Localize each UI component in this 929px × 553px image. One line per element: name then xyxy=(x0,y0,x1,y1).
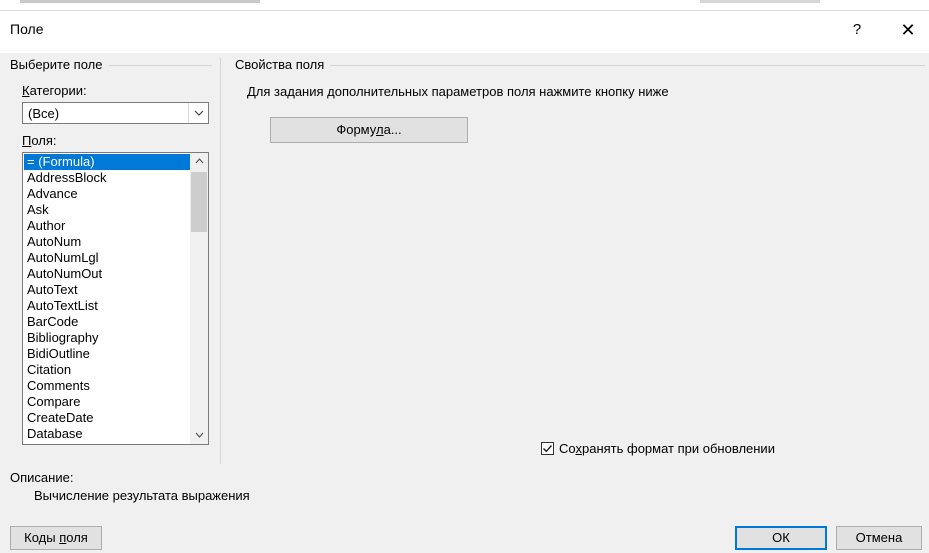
dialog-title: Поле xyxy=(10,21,44,37)
fields-scrollbar[interactable] xyxy=(190,153,208,444)
list-item[interactable]: Database xyxy=(24,426,190,442)
list-item[interactable]: Comments xyxy=(24,378,190,394)
preserve-format-checkbox[interactable] xyxy=(541,442,554,455)
ok-button[interactable]: ОК xyxy=(735,526,827,550)
formula-button-text-b: а... xyxy=(383,122,402,137)
left-group-label: Выберите поле xyxy=(10,57,109,72)
fields-label-text: оля: xyxy=(31,133,57,148)
list-item[interactable]: Bibliography xyxy=(24,330,190,346)
scroll-up-icon[interactable] xyxy=(190,153,208,170)
categories-accesskey: К xyxy=(22,83,30,98)
list-item[interactable]: CreateDate xyxy=(24,410,190,426)
list-item[interactable]: Ask xyxy=(24,202,190,218)
fields-listbox[interactable]: = (Formula) AddressBlock Advance Ask Author A… xyxy=(22,152,209,445)
categories-select[interactable]: (Все) xyxy=(22,102,209,124)
close-button[interactable]: ✕ xyxy=(893,17,923,43)
list-item[interactable]: AutoText xyxy=(24,282,190,298)
right-group-label: Свойства поля xyxy=(235,57,331,72)
formula-button-text-a: Форму xyxy=(336,122,376,137)
formula-button[interactable]: Формула... xyxy=(270,117,468,143)
preserve-format-label[interactable]: Сохранять формат при обновлении xyxy=(559,441,775,456)
vertical-separator xyxy=(220,58,221,464)
list-item[interactable]: Citation xyxy=(24,362,190,378)
formula-button-accesskey: л xyxy=(375,122,384,137)
fields-list: = (Formula) AddressBlock Advance Ask Author A… xyxy=(24,154,190,442)
list-item[interactable]: AutoNumLgl xyxy=(24,250,190,266)
chevron-down-icon[interactable] xyxy=(188,103,208,123)
preserve-format-text-b: ранять формат при обновлении xyxy=(581,441,775,456)
list-item[interactable]: AddressBlock xyxy=(24,170,190,186)
categories-selected-value: (Все) xyxy=(28,106,60,121)
list-item[interactable]: Advance xyxy=(24,186,190,202)
cancel-button[interactable]: Отмена xyxy=(836,526,922,550)
scroll-down-icon[interactable] xyxy=(190,427,208,444)
right-group-line xyxy=(235,65,925,66)
scrollbar-thumb[interactable] xyxy=(191,172,207,232)
dialog-titlebar xyxy=(0,10,929,53)
description-text: Вычисление результата выражения xyxy=(34,488,250,503)
instruction-text: Для задания дополнительных параметров по… xyxy=(247,84,669,99)
fields-label: Поля: xyxy=(22,133,57,148)
categories-label: Категории: xyxy=(22,83,87,98)
list-item[interactable]: AutoNum xyxy=(24,234,190,250)
background-window-strip xyxy=(0,0,929,10)
preserve-format-text-a: Со xyxy=(559,441,576,456)
list-item[interactable]: Compare xyxy=(24,394,190,410)
checkmark-icon xyxy=(543,445,553,453)
help-button[interactable]: ? xyxy=(842,17,872,43)
list-item[interactable]: Author xyxy=(24,218,190,234)
list-item[interactable]: AutoTextList xyxy=(24,298,190,314)
list-item[interactable]: AutoNumOut xyxy=(24,266,190,282)
description-label: Описание: xyxy=(10,470,74,485)
list-item[interactable]: = (Formula) xyxy=(24,154,190,170)
field-codes-text-a: Коды xyxy=(24,530,60,545)
field-codes-text-b: оля xyxy=(66,530,88,545)
list-item[interactable]: BidiOutline xyxy=(24,346,190,362)
categories-label-text: атегории: xyxy=(29,83,87,98)
field-codes-button[interactable]: Коды поля xyxy=(10,526,102,550)
list-item[interactable]: BarCode xyxy=(24,314,190,330)
fields-accesskey: П xyxy=(22,133,32,148)
